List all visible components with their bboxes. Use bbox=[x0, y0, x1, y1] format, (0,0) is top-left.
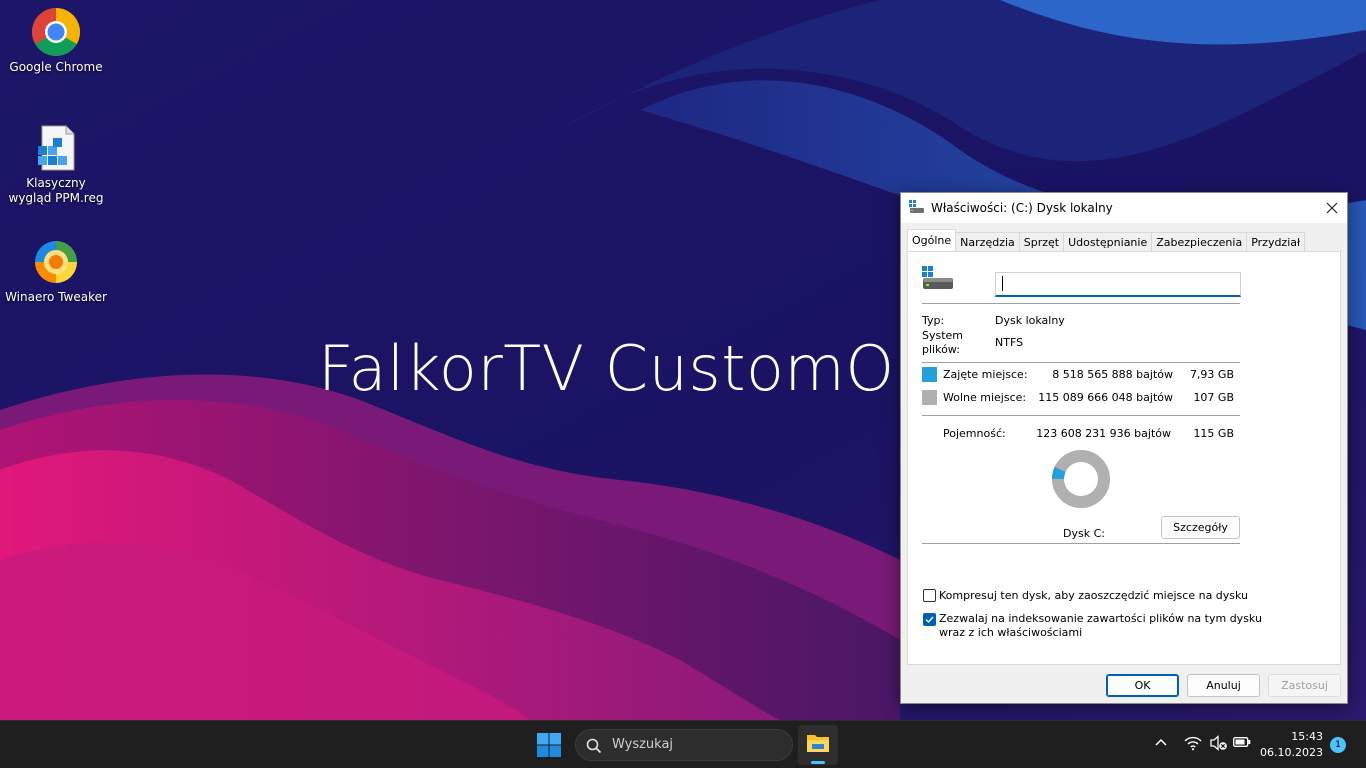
desktop-icon-registry-file[interactable]: Klasyczny wygląd PPM.reg bbox=[4, 122, 108, 206]
free-space-swatch bbox=[922, 390, 937, 405]
tab-general[interactable]: Ogólne bbox=[907, 229, 957, 251]
notification-badge[interactable]: 1 bbox=[1330, 737, 1346, 753]
disk-usage-donut bbox=[1052, 450, 1110, 508]
compress-checkbox[interactable] bbox=[923, 589, 936, 602]
details-button[interactable]: Szczegóły bbox=[1161, 516, 1240, 539]
network-button[interactable] bbox=[1184, 735, 1202, 754]
cancel-button[interactable]: Anuluj bbox=[1187, 674, 1260, 697]
show-hidden-icons-button[interactable] bbox=[1154, 735, 1168, 752]
drive-name-input[interactable] bbox=[995, 272, 1241, 297]
windows-logo-icon bbox=[537, 733, 561, 757]
registry-file-icon bbox=[30, 122, 82, 174]
used-space-gb: 7,93 GB bbox=[1189, 368, 1234, 381]
text-caret bbox=[1002, 276, 1003, 291]
free-space-gb: 107 GB bbox=[1193, 391, 1234, 404]
filesystem-label-line2: plików: bbox=[922, 343, 960, 356]
tab-sharing[interactable]: Udostępnianie bbox=[1063, 232, 1153, 252]
large-drive-icon bbox=[922, 266, 954, 295]
used-space-bytes: 8 518 565 888 bajtów bbox=[1052, 368, 1173, 381]
used-space-swatch bbox=[922, 367, 937, 382]
search-icon bbox=[586, 738, 602, 758]
tab-tools[interactable]: Narzędzia bbox=[955, 232, 1020, 252]
used-space-label: Zajęte miejsce: bbox=[943, 368, 1028, 381]
divider bbox=[922, 303, 1240, 304]
close-button[interactable] bbox=[1317, 193, 1347, 223]
tab-strip: Ogólne Narzędzia Sprzęt Udostępnianie Za… bbox=[907, 229, 1306, 252]
taskbar-file-explorer[interactable] bbox=[798, 725, 838, 765]
free-space-ring bbox=[1052, 450, 1110, 508]
desktop-icon-chrome[interactable]: Google Chrome bbox=[4, 6, 108, 75]
filesystem-value: NTFS bbox=[995, 336, 1024, 349]
drive-icon bbox=[909, 200, 925, 217]
free-space-bytes: 115 089 666 048 bajtów bbox=[1038, 391, 1173, 404]
file-explorer-icon bbox=[807, 735, 829, 752]
taskbar-search-box[interactable]: Wyszukaj bbox=[575, 729, 793, 761]
close-icon bbox=[1326, 202, 1338, 214]
active-app-indicator bbox=[811, 761, 825, 764]
general-panel: Typ: Dysk lokalny System plików: NTFS Za… bbox=[907, 251, 1341, 665]
drive-label: Dysk C: bbox=[1063, 527, 1105, 540]
divider bbox=[922, 543, 1240, 544]
search-placeholder: Wyszukaj bbox=[612, 737, 674, 752]
compress-label: Kompresuj ten dysk, aby zaoszczędzić mie… bbox=[939, 589, 1249, 602]
chevron-up-icon bbox=[1155, 738, 1167, 746]
index-checkbox[interactable] bbox=[923, 613, 936, 626]
battery-button[interactable] bbox=[1233, 735, 1251, 752]
taskbar-clock[interactable]: 15:43 06.10.2023 bbox=[1260, 729, 1323, 761]
brand-text: FalkorTV CustomOS bbox=[318, 332, 935, 405]
desktop-icon-label: Google Chrome bbox=[9, 60, 103, 74]
volume-button[interactable] bbox=[1210, 735, 1228, 754]
taskbar: Wyszukaj 15:43 06.10.2023 1 bbox=[0, 720, 1366, 768]
dialog-titlebar[interactable]: Właściwości: (C:) Dysk lokalny bbox=[901, 193, 1347, 223]
dialog-title: Właściwości: (C:) Dysk lokalny bbox=[931, 201, 1113, 215]
type-label: Typ: bbox=[922, 314, 945, 327]
type-value: Dysk lokalny bbox=[995, 314, 1065, 327]
desktop-icon-label: Winaero Tweaker bbox=[5, 290, 107, 304]
tab-quota[interactable]: Przydział bbox=[1246, 232, 1306, 252]
index-label-line1: Zezwalaj na indeksowanie zawartości plik… bbox=[939, 612, 1262, 625]
wifi-icon bbox=[1184, 736, 1202, 751]
divider bbox=[922, 415, 1240, 416]
winaero-tweaker-icon bbox=[30, 236, 82, 288]
capacity-label: Pojemność: bbox=[943, 427, 1006, 440]
capacity-bytes: 123 608 231 936 bajtów bbox=[1036, 427, 1171, 440]
clock-time: 15:43 bbox=[1291, 730, 1323, 743]
apply-button[interactable]: Zastosuj bbox=[1268, 674, 1341, 697]
volume-muted-icon bbox=[1210, 735, 1227, 751]
ok-button[interactable]: OK bbox=[1106, 674, 1179, 697]
capacity-gb: 115 GB bbox=[1193, 427, 1234, 440]
desktop-icon-label: Klasyczny wygląd PPM.reg bbox=[8, 176, 104, 205]
tab-security[interactable]: Zabezpieczenia bbox=[1151, 232, 1248, 252]
filesystem-label-line1: System bbox=[922, 329, 964, 342]
properties-dialog: Właściwości: (C:) Dysk lokalny Ogólne Na… bbox=[900, 192, 1348, 704]
divider bbox=[922, 362, 1240, 363]
index-label-line2: wraz z ich właściwościami bbox=[939, 626, 1083, 639]
desktop-icon-winaero-tweaker[interactable]: Winaero Tweaker bbox=[4, 236, 108, 305]
free-space-label: Wolne miejsce: bbox=[943, 391, 1027, 404]
checkmark-icon bbox=[925, 616, 934, 624]
chrome-icon bbox=[30, 6, 82, 58]
clock-date: 06.10.2023 bbox=[1260, 746, 1323, 759]
start-button[interactable] bbox=[536, 732, 562, 758]
battery-icon bbox=[1233, 737, 1251, 747]
tab-hardware[interactable]: Sprzęt bbox=[1018, 232, 1065, 252]
